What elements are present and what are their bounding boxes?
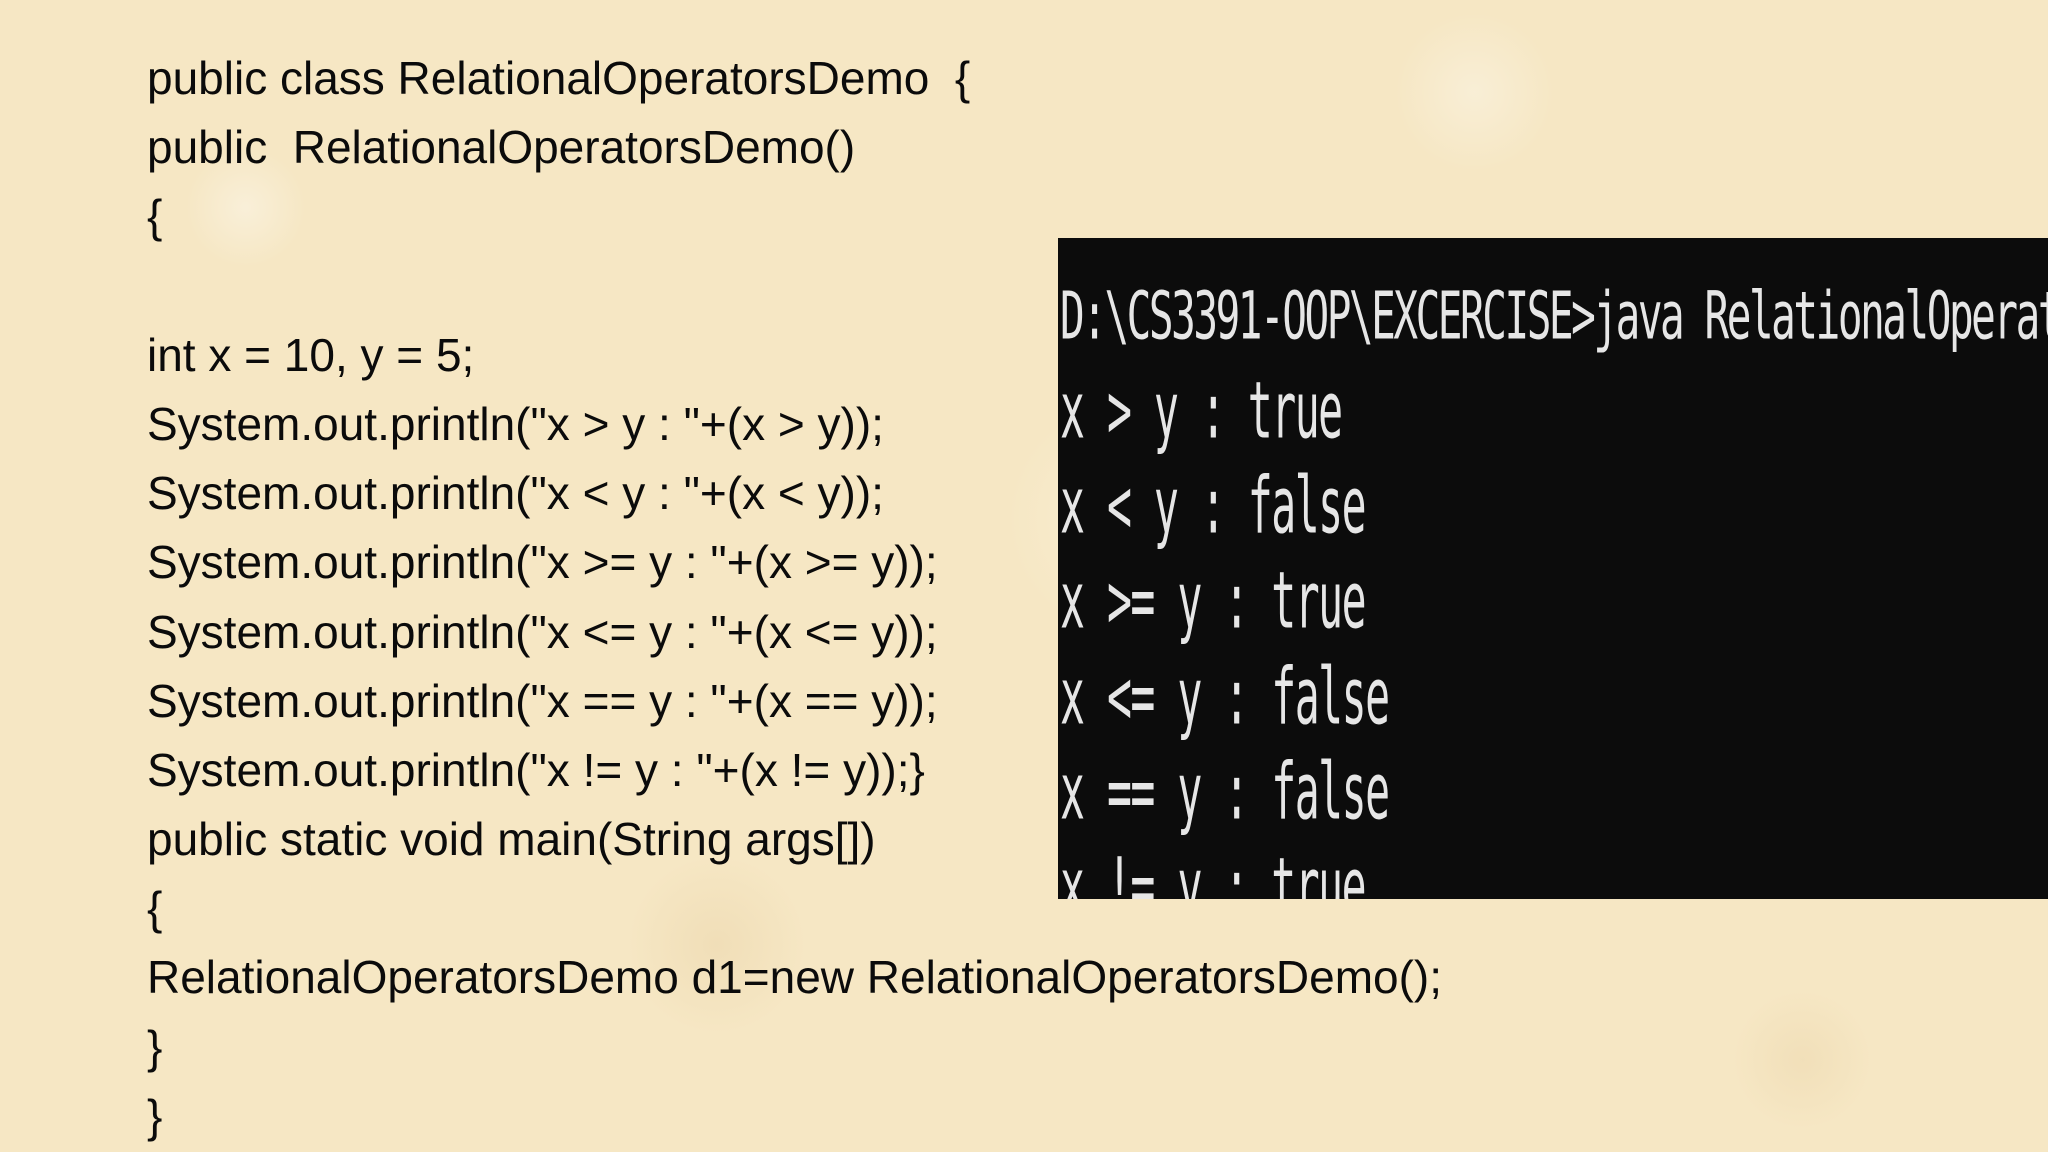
code-line: public class RelationalOperatorsDemo { xyxy=(147,52,971,104)
code-line: } xyxy=(147,1020,163,1073)
console-output-line: x <= y : false xyxy=(1060,652,1390,743)
code-line: public RelationalOperatorsDemo() xyxy=(147,121,856,174)
console-output-line: x != y : true xyxy=(1060,842,1367,899)
console-output-screenshot: D:\CS3391-OOP\EXCERCISE>java RelationalO… xyxy=(1058,238,2048,899)
console-output-line: x < y : false xyxy=(1060,461,1367,552)
console-output-line: x >= y : true xyxy=(1060,556,1367,647)
code-line: } xyxy=(147,1089,163,1142)
console-prompt: D:\CS3391-OOP\EXCERCISE>java RelationalO… xyxy=(1060,278,2048,355)
console-output-line: x > y : true xyxy=(1060,366,1343,457)
console-output-line: x == y : false xyxy=(1060,747,1390,838)
code-line: RelationalOperatorsDemo d1=new Relationa… xyxy=(147,951,1443,1004)
slide: public class RelationalOperatorsDemo { p… xyxy=(0,0,2048,1152)
